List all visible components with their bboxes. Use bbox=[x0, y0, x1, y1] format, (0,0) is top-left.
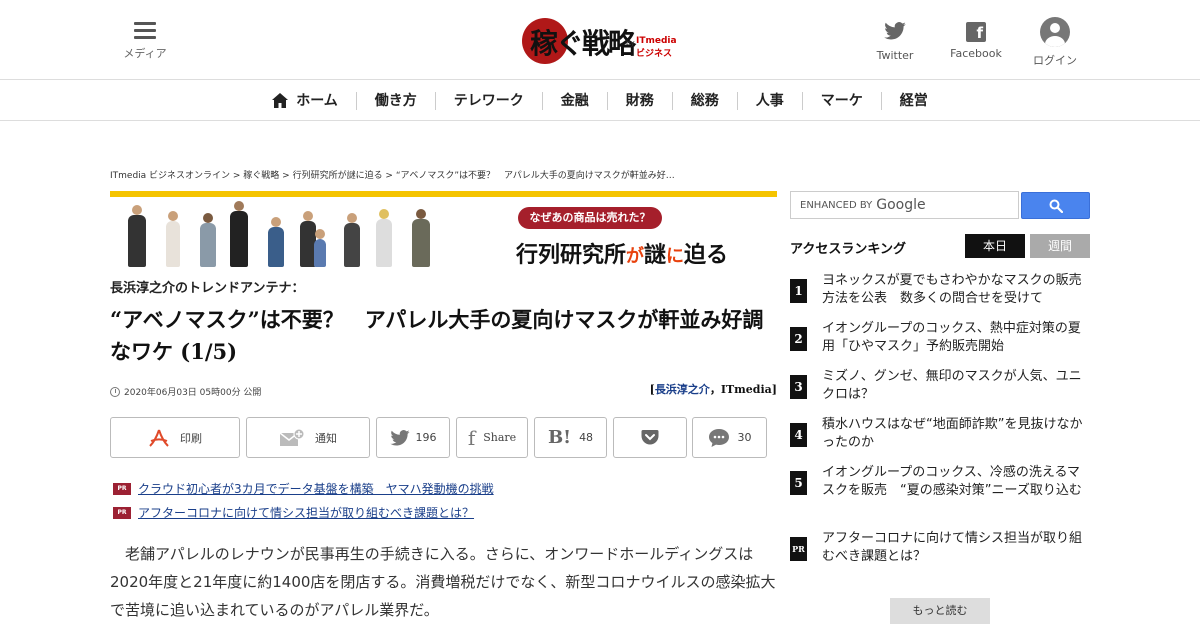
search-button[interactable] bbox=[1021, 192, 1090, 219]
publish-date-text: 2020年06月03日 05時00分 公開 bbox=[124, 388, 262, 398]
pr-link-item[interactable]: PR アフターコロナに向けて情シス担当が取り組むべき課題とは？ bbox=[113, 504, 474, 521]
search-icon bbox=[1049, 199, 1063, 213]
banner-title: 行列研究所が謎に迫る bbox=[516, 243, 729, 267]
hatena-bookmark-count: 48 bbox=[579, 431, 594, 444]
main-nav: ホーム 働き方 テレワーク 金融 財務 総務 人事 マーケ 経営 bbox=[0, 81, 1200, 121]
ranking-item[interactable]: 4 積水ハウスはなぜ“地面師詐欺”を見抜けなかったのか bbox=[790, 416, 1090, 452]
comment-button[interactable]: 30 bbox=[692, 417, 767, 458]
twitter-link[interactable]: Twitter bbox=[872, 22, 918, 62]
rank-number: 5 bbox=[790, 471, 807, 495]
ranking-item[interactable]: 1 ヨネックスが夏でもさわやかなマスクの販売方法を公表 数多くの問合せを受けて bbox=[790, 272, 1090, 308]
rank-link[interactable]: ミズノ、グンゼ、無印のマスクが人気、ユニクロは？ bbox=[822, 368, 1090, 404]
article-headline: “アベノマスク”は不要？ アパレル大手の夏向けマスクが軒並み好調なワケ (1/5… bbox=[110, 307, 764, 364]
clock-icon bbox=[110, 386, 120, 397]
print-button[interactable]: 印刷 bbox=[110, 417, 240, 458]
ranking-item[interactable]: 3 ミズノ、グンゼ、無印のマスクが人気、ユニクロは？ bbox=[790, 368, 1090, 404]
home-icon bbox=[272, 93, 289, 108]
nav-item-finance[interactable]: 金融 bbox=[541, 91, 607, 110]
rank-pr-badge: PR bbox=[790, 537, 807, 561]
ranking-title: アクセスランキング bbox=[790, 242, 906, 257]
site-logo[interactable]: 稼ぐ戦略 by ITmediaビジネス bbox=[522, 16, 682, 66]
nav-item-telework[interactable]: テレワーク bbox=[434, 91, 542, 110]
twitter-label: Twitter bbox=[876, 49, 914, 62]
facebook-share-button[interactable]: f Share bbox=[456, 417, 528, 458]
login-link[interactable]: ログイン bbox=[1030, 17, 1080, 68]
rank-link[interactable]: アフターコロナに向けて情シス担当が取り組むべき課題とは？ bbox=[822, 530, 1090, 566]
search-input[interactable]: ENHANCED BY Google bbox=[790, 191, 1019, 219]
rank-link[interactable]: イオングループのコックス、熱中症対策の夏用「ひやマスク」予約販売開始 bbox=[822, 320, 1090, 356]
nav-item-workstyle[interactable]: 働き方 bbox=[355, 91, 435, 110]
media-menu-label: メディア bbox=[123, 47, 167, 60]
rank-link[interactable]: イオングループのコックス、冷感の洗えるマスクを販売 “夏の感染対策”ニーズ取り込… bbox=[822, 464, 1090, 500]
article-body-paragraph: 老舗アパレルのレナウンが民事再生の手続きに入る。さらに、オンワードホールディング… bbox=[110, 545, 776, 619]
ranking-item-pr[interactable]: PR アフターコロナに向けて情シス担当が取り組むべき課題とは？ bbox=[790, 530, 1090, 566]
author-byline: [長浜淳之介，ITmedia] bbox=[649, 383, 777, 396]
site-header: メディア 稼ぐ戦略 by ITmediaビジネス Twitter f Faceb… bbox=[0, 0, 1200, 80]
hatena-bookmark-button[interactable]: B! 48 bbox=[534, 417, 607, 458]
nav-item-management[interactable]: 経営 bbox=[880, 91, 946, 110]
rank-link[interactable]: ヨネックスが夏でもさわやかなマスクの販売方法を公表 数多くの問合せを受けて bbox=[822, 272, 1090, 308]
hamburger-icon bbox=[134, 22, 156, 40]
print-label: 印刷 bbox=[180, 431, 202, 445]
twitter-share-button[interactable]: 196 bbox=[376, 417, 450, 458]
author-link[interactable]: 長浜淳之介 bbox=[655, 383, 710, 396]
nav-item-label: ホーム bbox=[296, 92, 338, 109]
rank-number: 4 bbox=[790, 423, 807, 447]
ranking-item[interactable]: 2 イオングループのコックス、熱中症対策の夏用「ひやマスク」予約販売開始 bbox=[790, 320, 1090, 356]
logo-brand: ITmediaビジネス bbox=[636, 36, 677, 59]
google-brand: Google bbox=[876, 197, 926, 213]
nav-item-general-affairs[interactable]: 総務 bbox=[671, 91, 737, 110]
nav-item-marketing[interactable]: マーケ bbox=[801, 91, 881, 110]
pdf-print-icon bbox=[149, 429, 169, 447]
rank-number: 1 bbox=[790, 279, 807, 303]
pr-link[interactable]: アフターコロナに向けて情シス担当が取り組むべき課題とは？ bbox=[138, 504, 474, 521]
pr-badge: PR bbox=[113, 506, 131, 519]
twitter-icon bbox=[884, 22, 906, 40]
pocket-icon bbox=[641, 430, 659, 445]
logo-text: 稼ぐ戦略 bbox=[530, 27, 636, 60]
login-label: ログイン bbox=[1033, 54, 1077, 67]
hatena-bookmark-icon: B! bbox=[547, 427, 572, 448]
ranking-item[interactable]: 5 イオングループのコックス、冷感の洗えるマスクを販売 “夏の感染対策”ニーズ取… bbox=[790, 464, 1090, 500]
facebook-icon: f bbox=[966, 22, 986, 42]
tab-today[interactable]: 本日 bbox=[965, 234, 1025, 258]
search-enhanced-label: ENHANCED BY bbox=[800, 199, 873, 211]
pr-link[interactable]: クラウド初心者が3カ月でデータ基盤を構築 ヤマハ発動機の挑戦 bbox=[138, 480, 494, 497]
nav-item-home[interactable]: ホーム bbox=[254, 92, 356, 110]
nav-item-accounting[interactable]: 財務 bbox=[606, 91, 672, 110]
twitter-icon bbox=[389, 429, 410, 446]
twitter-share-count: 196 bbox=[415, 431, 437, 444]
series-banner[interactable]: なぜあの商品は売れた？ 行列研究所が謎に迫る bbox=[110, 191, 777, 267]
nav-item-hr[interactable]: 人事 bbox=[736, 91, 802, 110]
notify-label: 通知 bbox=[315, 431, 337, 445]
breadcrumb[interactable]: ITmedia ビジネスオンライン > 稼ぐ戦略 > 行列研究所が謎に迫る > … bbox=[110, 168, 675, 181]
banner-tag: なぜあの商品は売れた？ bbox=[518, 207, 662, 229]
notify-button[interactable]: 通知 bbox=[246, 417, 370, 458]
pocket-button[interactable] bbox=[613, 417, 687, 458]
comment-icon bbox=[708, 428, 729, 447]
publish-date: 2020年06月03日 05時00分 公開 bbox=[110, 385, 261, 398]
pr-badge: PR bbox=[113, 482, 131, 495]
banner-people-illustration bbox=[124, 201, 454, 267]
series-title[interactable]: 長浜淳之介のトレンドアンテナ： bbox=[110, 277, 304, 296]
facebook-link[interactable]: f Facebook bbox=[948, 22, 1004, 60]
logo-by: by bbox=[626, 39, 635, 47]
facebook-share-label: Share bbox=[483, 431, 517, 444]
mail-plus-icon bbox=[279, 428, 305, 446]
facebook-icon: f bbox=[467, 425, 476, 450]
rank-number: 2 bbox=[790, 327, 807, 351]
tab-week[interactable]: 週間 bbox=[1030, 234, 1090, 258]
user-avatar-icon bbox=[1040, 17, 1070, 47]
media-menu-button[interactable]: メディア bbox=[122, 22, 168, 61]
facebook-label: Facebook bbox=[950, 47, 1002, 60]
pr-link-item[interactable]: PR クラウド初心者が3カ月でデータ基盤を構築 ヤマハ発動機の挑戦 bbox=[113, 480, 494, 497]
rank-link[interactable]: 積水ハウスはなぜ“地面師詐欺”を見抜けなかったのか bbox=[822, 416, 1090, 452]
read-more-button[interactable]: もっと読む bbox=[890, 598, 990, 624]
rank-number: 3 bbox=[790, 375, 807, 399]
comment-count: 30 bbox=[737, 431, 752, 444]
